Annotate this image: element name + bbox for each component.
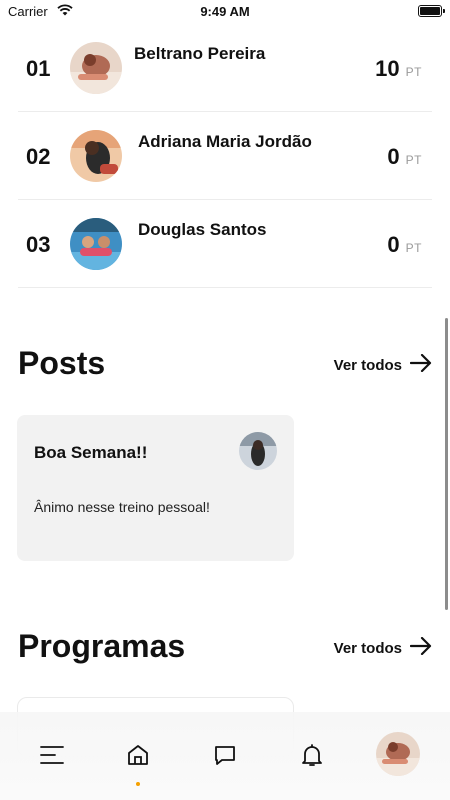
user-score: 0 PT	[387, 144, 422, 170]
home-icon[interactable]	[125, 742, 151, 768]
posts-section-title: Posts	[18, 345, 106, 381]
user-name: Douglas Santos	[138, 220, 267, 239]
user-name: Adriana Maria Jordão	[138, 132, 312, 151]
bottom-navigation	[0, 712, 450, 800]
score-unit: PT	[405, 241, 422, 255]
user-avatar	[70, 130, 122, 182]
user-avatar	[70, 42, 122, 94]
user-avatar	[70, 218, 122, 270]
rank-position: 01	[26, 56, 51, 81]
profile-avatar[interactable]	[376, 732, 420, 776]
post-body: Ânimo nesse treino pessoal!	[34, 499, 210, 515]
rank-position: 03	[26, 232, 51, 257]
score-unit: PT	[405, 153, 422, 167]
see-all-label: Ver todos	[333, 356, 402, 374]
post-author-avatar	[239, 432, 277, 470]
menu-icon[interactable]	[39, 742, 65, 768]
bell-icon[interactable]	[299, 742, 325, 768]
scrollbar[interactable]	[445, 318, 448, 610]
arrow-right-icon	[409, 636, 432, 659]
programs-section-title: Programas	[18, 628, 186, 664]
user-score: 10 PT	[375, 56, 422, 82]
post-title: Boa Semana!!	[34, 443, 148, 462]
active-indicator	[136, 782, 140, 786]
score-value: 10	[375, 56, 400, 81]
posts-see-all-button[interactable]: Ver todos	[333, 353, 432, 376]
user-name: Beltrano Pereira	[134, 44, 266, 63]
battery-icon	[418, 5, 445, 17]
score-value: 0	[387, 232, 400, 257]
post-card[interactable]: Boa Semana!! Ânimo nesse treino pessoal!	[17, 415, 294, 561]
ranking-row[interactable]: 02 Adriana Maria Jordão 0 PT	[18, 112, 432, 200]
ranking-list: 01 Beltrano Pereira 10 PT 02 Adriana Mar…	[18, 24, 432, 288]
see-all-label: Ver todos	[333, 639, 402, 657]
status-bar: Carrier 9:49 AM	[0, 0, 450, 24]
ranking-row[interactable]: 03 Douglas Santos 0 PT	[18, 200, 432, 288]
programs-see-all-button[interactable]: Ver todos	[333, 636, 432, 659]
user-score: 0 PT	[387, 232, 422, 258]
ranking-row[interactable]: 01 Beltrano Pereira 10 PT	[18, 24, 432, 112]
arrow-right-icon	[409, 353, 432, 376]
score-unit: PT	[405, 65, 422, 79]
clock: 9:49 AM	[200, 4, 250, 19]
score-value: 0	[387, 144, 400, 169]
chat-icon[interactable]	[212, 742, 238, 768]
rank-position: 02	[26, 144, 51, 169]
